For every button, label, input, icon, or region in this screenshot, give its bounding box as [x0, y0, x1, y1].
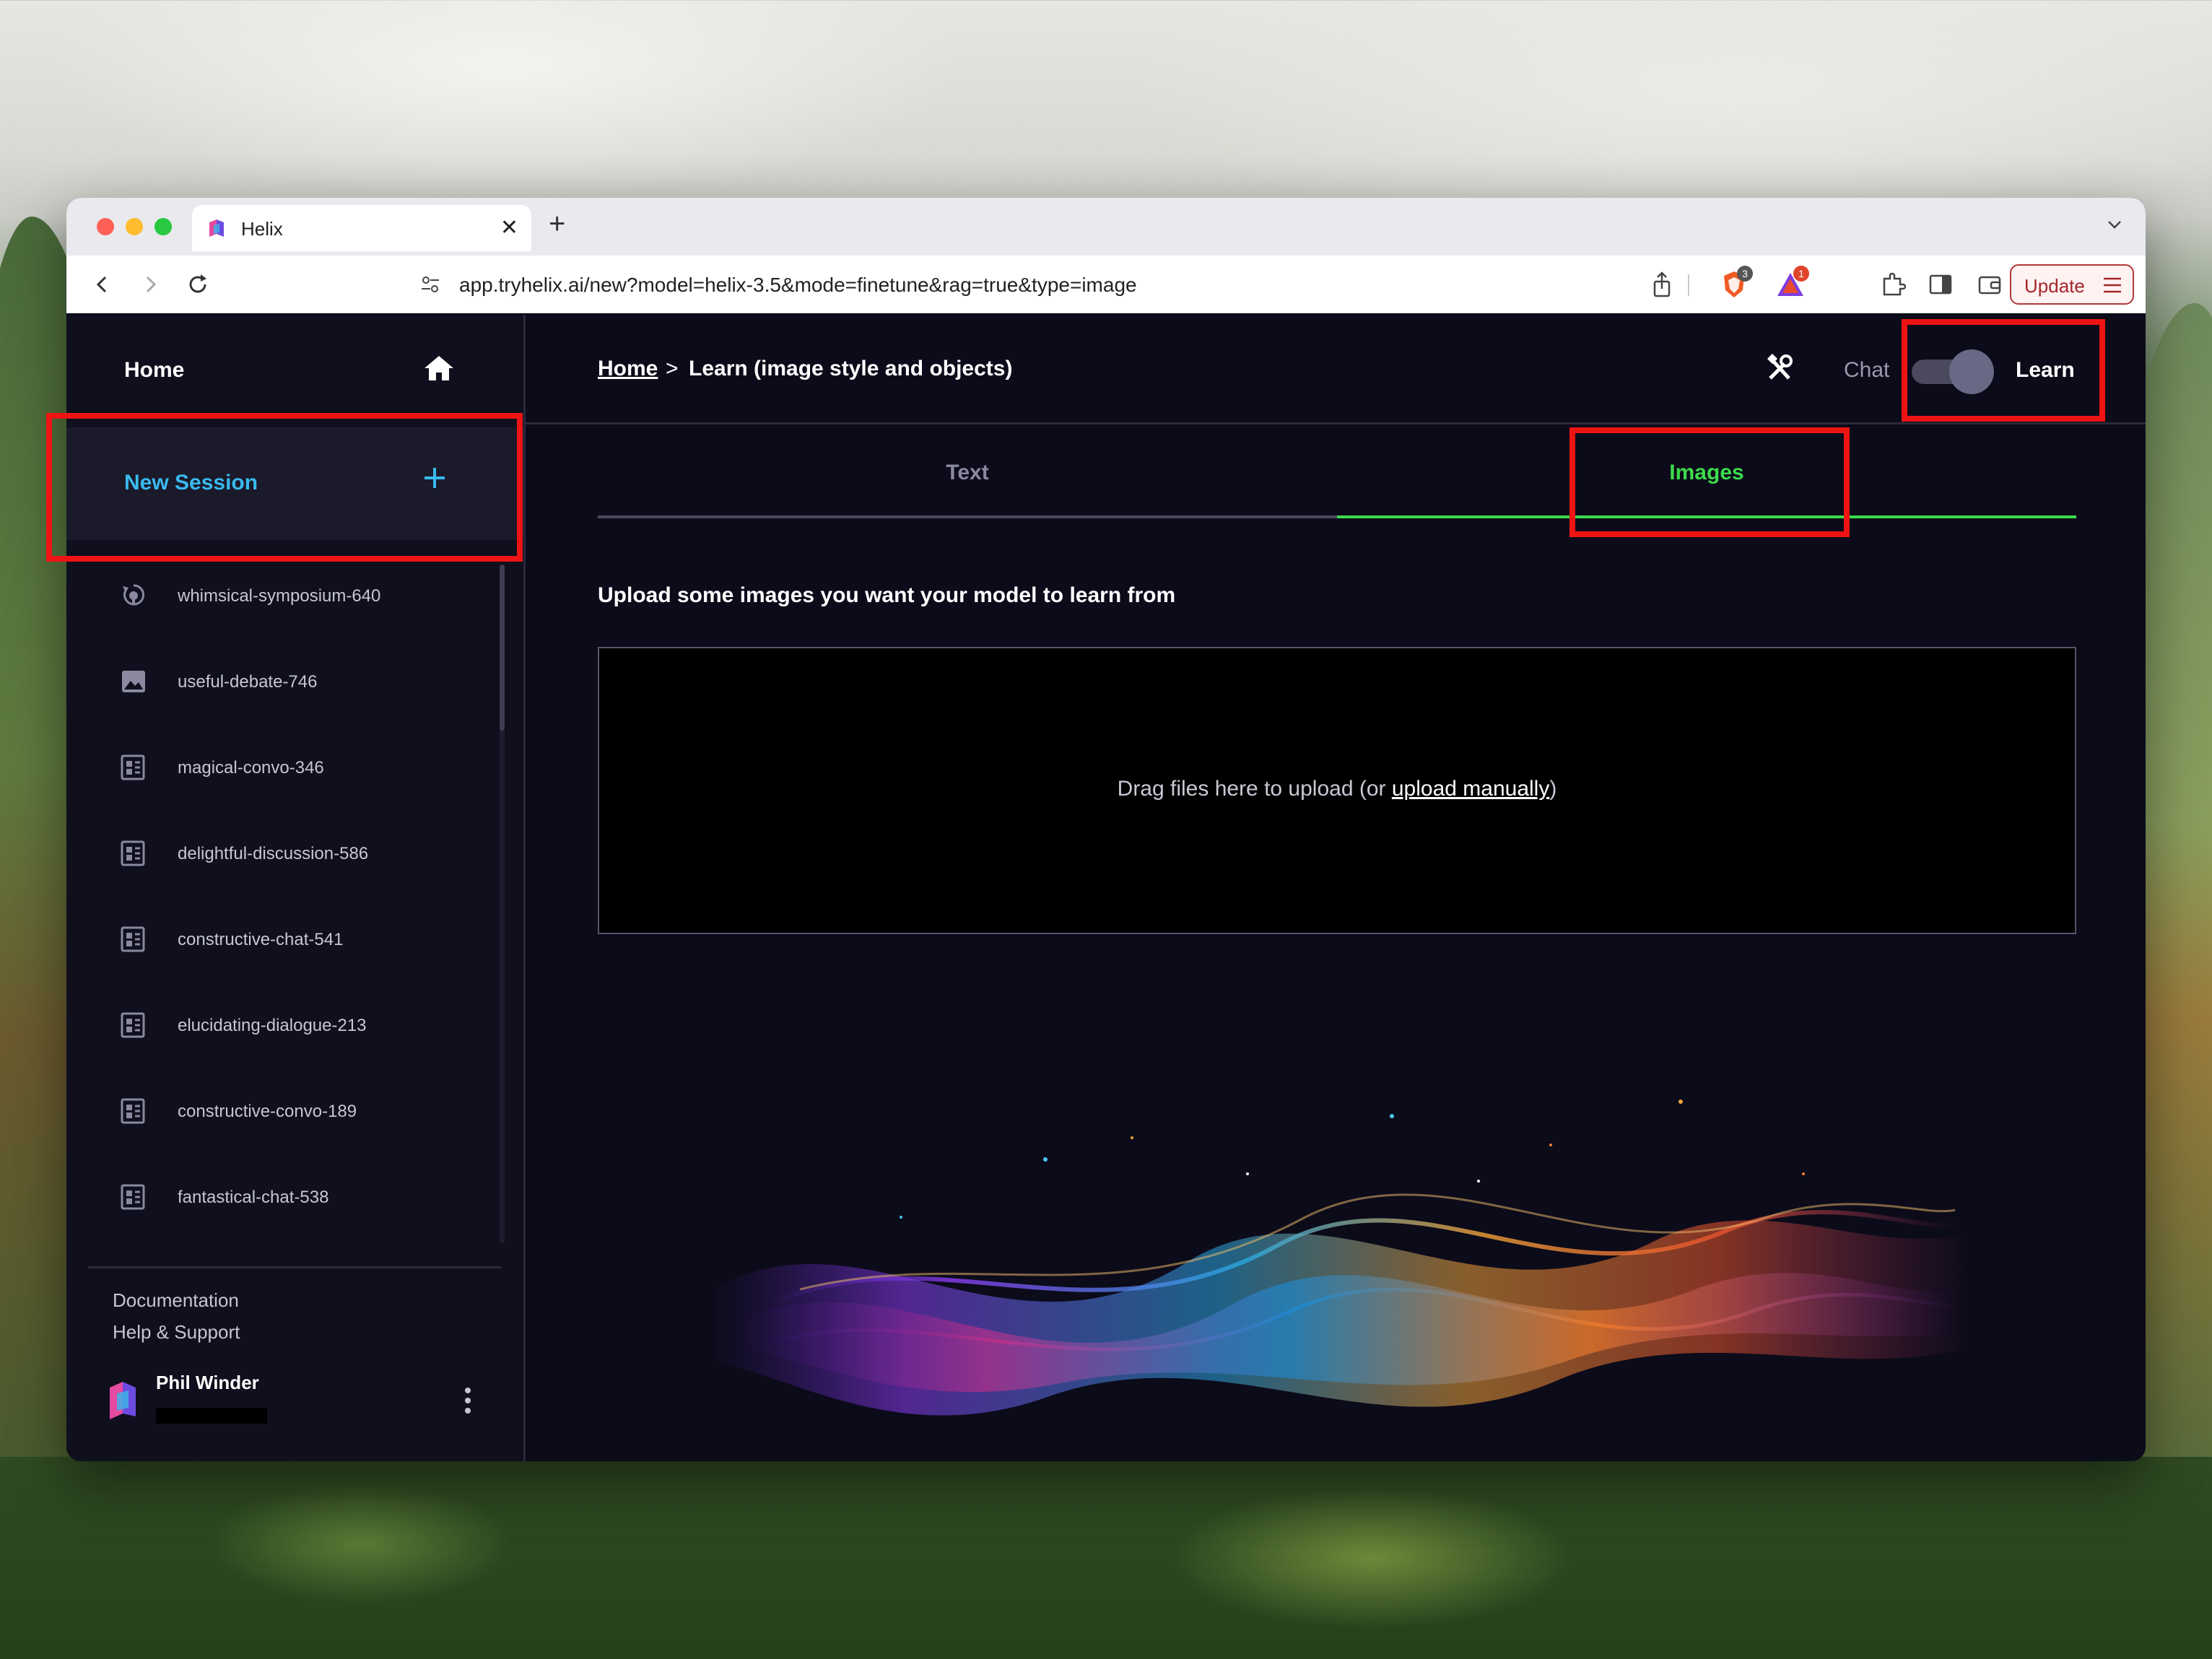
text-doc-icon — [120, 1011, 147, 1039]
session-item-label: constructive-convo-189 — [178, 1102, 357, 1121]
update-label: Update — [2024, 275, 2085, 297]
session-list: whimsical-symposium-640 useful-debate-746… — [66, 553, 500, 1210]
user-name: Phil Winder — [156, 1372, 259, 1393]
window-close-button[interactable] — [97, 218, 114, 235]
session-item[interactable]: constructive-chat-541 — [66, 897, 500, 983]
shield-count-badge: 3 — [1737, 266, 1753, 282]
upload-manually-link[interactable]: upload manually — [1392, 777, 1549, 801]
tab-text[interactable]: Text — [598, 424, 1337, 518]
breadcrumb-separator: > — [666, 357, 679, 380]
window-zoom-button[interactable] — [154, 218, 172, 235]
text-doc-icon — [120, 1097, 147, 1125]
address-bar[interactable]: app.tryhelix.ai/new?model=helix-3.5&mode… — [409, 261, 1819, 308]
image-icon — [120, 668, 147, 695]
tab-close-icon[interactable]: ✕ — [500, 215, 518, 240]
upload-heading: Upload some images you want your model t… — [598, 583, 1176, 607]
address-bar-divider — [1688, 274, 1689, 296]
session-item-label: whimsical-symposium-640 — [178, 586, 381, 606]
session-item-label: magical-convo-346 — [178, 758, 324, 778]
user-email-redacted — [156, 1408, 267, 1424]
site-settings-icon[interactable] — [419, 273, 442, 296]
browser-tab-bar: Helix ✕ + — [66, 198, 2146, 256]
sidebar-home[interactable]: Home — [66, 315, 523, 424]
session-item-label: delightful-discussion-586 — [178, 844, 369, 863]
session-item-label: constructive-chat-541 — [178, 930, 344, 949]
file-dropzone[interactable]: Drag files here to upload (or upload man… — [598, 647, 2076, 934]
rewards-count-badge: 1 — [1793, 266, 1809, 282]
session-item[interactable]: constructive-convo-189 — [66, 1068, 500, 1154]
text-doc-icon — [120, 926, 147, 953]
help-support-link[interactable]: Help & Support — [113, 1321, 240, 1344]
page-title: Learn (image style and objects) — [689, 357, 1013, 380]
share-icon[interactable] — [1649, 270, 1675, 299]
menu-icon — [2104, 277, 2121, 293]
decorative-wave-art — [713, 1100, 1969, 1416]
mode-chat-label[interactable]: Chat — [1844, 358, 1889, 383]
tab-title: Helix — [241, 218, 283, 240]
dropzone-text-before: Drag files here to upload (or — [1117, 777, 1392, 801]
background-forest — [0, 1457, 2212, 1659]
dropzone-text-after: ) — [1549, 777, 1557, 801]
session-item-label: fantastical-chat-538 — [178, 1188, 329, 1207]
session-list-scrollbar[interactable] — [500, 565, 505, 731]
extensions-icon[interactable] — [1878, 270, 1907, 299]
highlight-images-tab — [1569, 427, 1850, 537]
avatar — [110, 1382, 136, 1419]
main-content: Home > Learn (image style and objects) C… — [526, 315, 2146, 1461]
window-minimize-button[interactable] — [126, 218, 143, 235]
documentation-link[interactable]: Documentation — [113, 1289, 239, 1312]
tab-list-chevron-icon[interactable] — [2104, 214, 2125, 235]
session-item[interactable]: magical-convo-346 — [66, 725, 500, 811]
home-icon — [424, 356, 453, 380]
session-item[interactable]: elucidating-dialogue-213 — [66, 983, 500, 1068]
update-button[interactable]: Update — [2010, 264, 2134, 305]
browser-window: Helix ✕ + app.tryhelix.ai/new?model=heli… — [66, 198, 2146, 1461]
session-item[interactable]: useful-debate-746 — [66, 639, 500, 725]
breadcrumb-home-link[interactable]: Home — [598, 357, 658, 381]
dropzone-text: Drag files here to upload (or upload man… — [599, 777, 2075, 801]
session-item[interactable]: whimsical-symposium-640 — [66, 553, 500, 639]
session-item-label: useful-debate-746 — [178, 672, 318, 692]
session-item[interactable]: fantastical-chat-538 — [66, 1154, 500, 1240]
more-vertical-icon[interactable] — [462, 1386, 474, 1415]
highlight-new-session — [46, 413, 523, 562]
wallet-icon[interactable] — [1975, 270, 2004, 299]
tools-icon[interactable] — [1763, 351, 1798, 386]
tab-text-label: Text — [946, 461, 989, 484]
new-tab-button[interactable]: + — [549, 208, 565, 240]
browser-toolbar: app.tryhelix.ai/new?model=helix-3.5&mode… — [66, 256, 2146, 313]
helix-logo-icon — [209, 219, 224, 237]
highlight-learn-toggle — [1902, 319, 2105, 422]
browser-tab[interactable]: Helix ✕ — [192, 205, 531, 251]
text-doc-icon — [120, 754, 147, 781]
sidebar-home-label: Home — [124, 358, 185, 382]
session-item[interactable]: delightful-discussion-586 — [66, 811, 500, 897]
session-item-label: elucidating-dialogue-213 — [178, 1016, 367, 1035]
text-doc-icon — [120, 1183, 147, 1211]
reload-icon[interactable] — [183, 270, 212, 299]
forward-icon[interactable] — [136, 270, 165, 299]
back-icon[interactable] — [88, 270, 117, 299]
url-text[interactable]: app.tryhelix.ai/new?model=helix-3.5&mode… — [459, 274, 1137, 297]
sidebar-divider — [88, 1266, 501, 1268]
sidebar-toggle-icon[interactable] — [1926, 270, 1955, 299]
finetune-icon — [120, 582, 147, 609]
text-doc-icon — [120, 840, 147, 867]
